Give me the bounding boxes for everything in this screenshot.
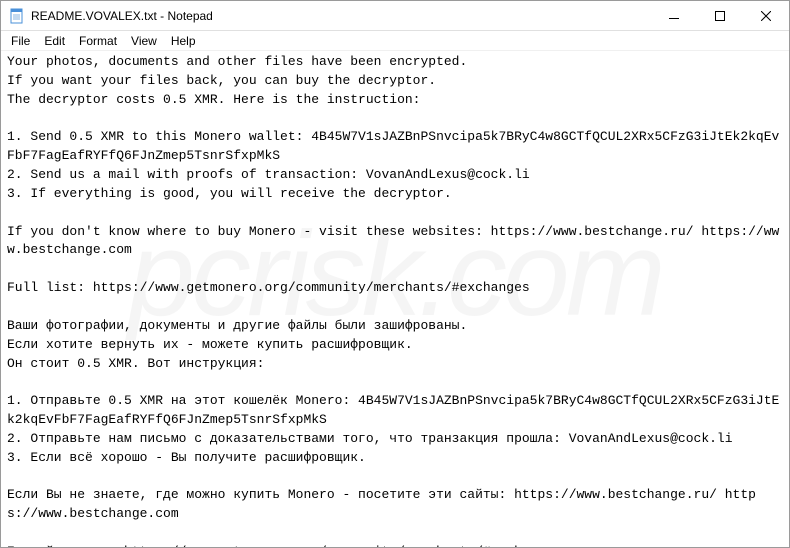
window-title: README.VOVALEX.txt - Notepad <box>31 9 651 23</box>
menu-help[interactable]: Help <box>165 33 202 49</box>
menu-edit[interactable]: Edit <box>38 33 71 49</box>
menu-file[interactable]: File <box>5 33 36 49</box>
notepad-window: README.VOVALEX.txt - Notepad File Edit F… <box>0 0 790 548</box>
notepad-icon <box>9 8 25 24</box>
menu-view[interactable]: View <box>125 33 163 49</box>
menubar: File Edit Format View Help <box>1 31 789 51</box>
maximize-button[interactable] <box>697 1 743 30</box>
menu-format[interactable]: Format <box>73 33 123 49</box>
minimize-icon <box>669 18 679 19</box>
text-area[interactable]: Your photos, documents and other files h… <box>1 51 789 547</box>
window-controls <box>651 1 789 30</box>
maximize-icon <box>715 11 725 21</box>
close-button[interactable] <box>743 1 789 30</box>
titlebar: README.VOVALEX.txt - Notepad <box>1 1 789 31</box>
minimize-button[interactable] <box>651 1 697 30</box>
close-icon <box>761 11 771 21</box>
